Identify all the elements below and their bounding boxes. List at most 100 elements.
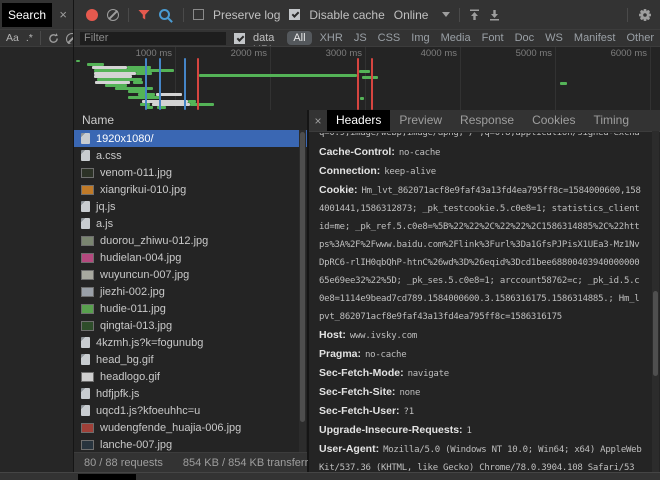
request-row[interactable]: hdfjpfk.js xyxy=(74,385,307,402)
header-value: 1 xyxy=(467,426,472,436)
event-marker-line xyxy=(197,58,199,110)
header-value: keep-alive xyxy=(384,167,436,177)
filter-pill-img[interactable]: Img xyxy=(411,32,429,44)
search-icon[interactable] xyxy=(159,9,170,20)
request-row[interactable]: venom-011.jpg xyxy=(74,164,307,181)
filter-pill-doc[interactable]: Doc xyxy=(515,32,535,44)
image-thumb-icon xyxy=(81,287,94,297)
image-thumb-icon xyxy=(81,236,94,246)
search-panel-tab[interactable]: Search xyxy=(2,3,52,27)
request-row[interactable]: lanche-007.jpg xyxy=(74,436,307,452)
header-value: no-cache xyxy=(365,350,406,360)
request-row[interactable]: duorou_zhiwu-012.jpg xyxy=(74,232,307,249)
waterfall-bar xyxy=(190,103,214,106)
request-name: venom-011.jpg xyxy=(100,167,172,179)
request-row[interactable]: 4kzmh.js?k=fogunubg xyxy=(74,334,307,351)
filter-pill-all[interactable]: All xyxy=(287,31,311,45)
filter-pill-manifest[interactable]: Manifest xyxy=(574,32,616,44)
request-row[interactable]: uqcd1.js?kfoeuhhc=u xyxy=(74,402,307,419)
header-name: Connection: xyxy=(319,165,380,177)
request-name: hdfjpfk.js xyxy=(96,388,139,400)
waterfall-bar xyxy=(560,82,567,85)
regex-button[interactable]: .* xyxy=(26,32,33,44)
waterfall-bar xyxy=(146,106,153,109)
throttling-select[interactable]: Online xyxy=(394,8,451,22)
filter-pill-css[interactable]: CSS xyxy=(378,32,401,44)
request-row[interactable]: xiangrikui-010.jpg xyxy=(74,181,307,198)
disable-cache-checkbox[interactable] xyxy=(289,9,300,20)
timeline-gridline xyxy=(460,47,461,110)
filter-pill-js[interactable]: JS xyxy=(354,32,367,44)
request-row[interactable]: jiezhi-002.jpg xyxy=(74,283,307,300)
details-scrollbar[interactable] xyxy=(652,131,659,472)
request-name: jiezhi-002.jpg xyxy=(100,286,165,298)
divider xyxy=(128,8,129,22)
preserve-log-checkbox[interactable] xyxy=(193,9,204,20)
list-scrollbar-thumb[interactable] xyxy=(300,132,305,422)
request-row[interactable]: head_bg.gif xyxy=(74,351,307,368)
request-name: lanche-007.jpg xyxy=(100,439,172,451)
transferred-size: 854 KB / 854 KB transferred xyxy=(183,457,321,469)
divider xyxy=(459,8,460,22)
close-details-icon[interactable]: × xyxy=(309,114,327,128)
header-name: Pragma: xyxy=(319,348,361,360)
settings-gear-icon[interactable] xyxy=(638,8,652,22)
request-row[interactable]: a.css xyxy=(74,147,307,164)
refresh-icon[interactable] xyxy=(48,33,59,44)
request-name: 4kzmh.js?k=fogunubg xyxy=(96,337,203,349)
request-name: 1920x1080/ xyxy=(96,133,154,145)
record-network-log-icon[interactable] xyxy=(86,9,98,21)
match-case-button[interactable]: Aa xyxy=(6,32,19,44)
timeline-label: 5000 ms xyxy=(500,48,552,59)
filter-icon[interactable] xyxy=(138,9,150,21)
header-line: Upgrade-Insecure-Requests: 1 xyxy=(319,421,644,440)
header-name: Cache-Control: xyxy=(319,146,395,158)
request-row[interactable]: jq.js xyxy=(74,198,307,215)
header-value: Hm_lvt_862071acf8e9faf43a13fd4ea795ff8c=… xyxy=(319,186,641,322)
request-row[interactable]: hudie-011.jpg xyxy=(74,300,307,317)
filter-pill-font[interactable]: Font xyxy=(482,32,504,44)
hide-data-urls-checkbox[interactable] xyxy=(234,33,245,44)
timeline-label: 6000 ms xyxy=(595,48,647,59)
header-name: Upgrade-Insecure-Requests: xyxy=(319,424,463,436)
close-search-icon[interactable]: × xyxy=(59,7,67,22)
export-har-icon[interactable] xyxy=(489,9,500,21)
network-overview-waterfall[interactable]: 1000 ms2000 ms3000 ms4000 ms5000 ms6000 … xyxy=(74,47,660,111)
request-row[interactable]: qingtai-013.jpg xyxy=(74,317,307,334)
network-toolbar: Preserve log Disable cache Online xyxy=(74,0,660,30)
search-results-area xyxy=(0,47,73,472)
request-name: jq.js xyxy=(96,201,116,213)
tab-headers[interactable]: Headers xyxy=(327,110,390,131)
filter-input[interactable] xyxy=(80,32,226,45)
filter-pill-other[interactable]: Other xyxy=(626,32,654,44)
request-row[interactable]: a.js xyxy=(74,215,307,232)
filter-pill-media[interactable]: Media xyxy=(441,32,471,44)
clear-search-icon[interactable] xyxy=(66,32,73,44)
request-row[interactable]: hudielan-004.jpg xyxy=(74,249,307,266)
request-row[interactable]: headlogo.gif xyxy=(74,368,307,385)
header-value: none xyxy=(399,388,420,398)
filter-pill-xhr[interactable]: XHR xyxy=(320,32,343,44)
tab-timing[interactable]: Timing xyxy=(584,110,638,131)
drawer-active-tab[interactable] xyxy=(78,474,136,480)
filter-pill-ws[interactable]: WS xyxy=(545,32,563,44)
tab-cookies[interactable]: Cookies xyxy=(523,110,584,131)
clipped-header-line: q=0.9,image/webp,image/apng,*/*;q=0.8,ap… xyxy=(319,133,644,143)
request-row[interactable]: wuyuncun-007.jpg xyxy=(74,266,307,283)
list-scrollbar[interactable] xyxy=(299,130,306,452)
request-row[interactable]: wudengfende_huajia-006.jpg xyxy=(74,419,307,436)
name-column-header[interactable]: Name xyxy=(74,110,307,131)
waterfall-bar xyxy=(76,60,80,62)
header-line: Sec-Fetch-User:?1 xyxy=(319,402,644,421)
request-row[interactable]: 1920x1080/ xyxy=(74,130,307,147)
timeline-label: 2000 ms xyxy=(215,48,267,59)
event-marker-line xyxy=(371,58,373,110)
header-line: Connection: keep-alive xyxy=(319,162,644,181)
tab-response[interactable]: Response xyxy=(451,110,523,131)
import-har-icon[interactable] xyxy=(469,9,480,21)
event-marker-line xyxy=(159,58,161,110)
details-scrollbar-thumb[interactable] xyxy=(653,291,658,376)
clear-network-log-icon[interactable] xyxy=(107,9,119,21)
tab-preview[interactable]: Preview xyxy=(390,110,451,131)
file-icon xyxy=(81,218,90,229)
